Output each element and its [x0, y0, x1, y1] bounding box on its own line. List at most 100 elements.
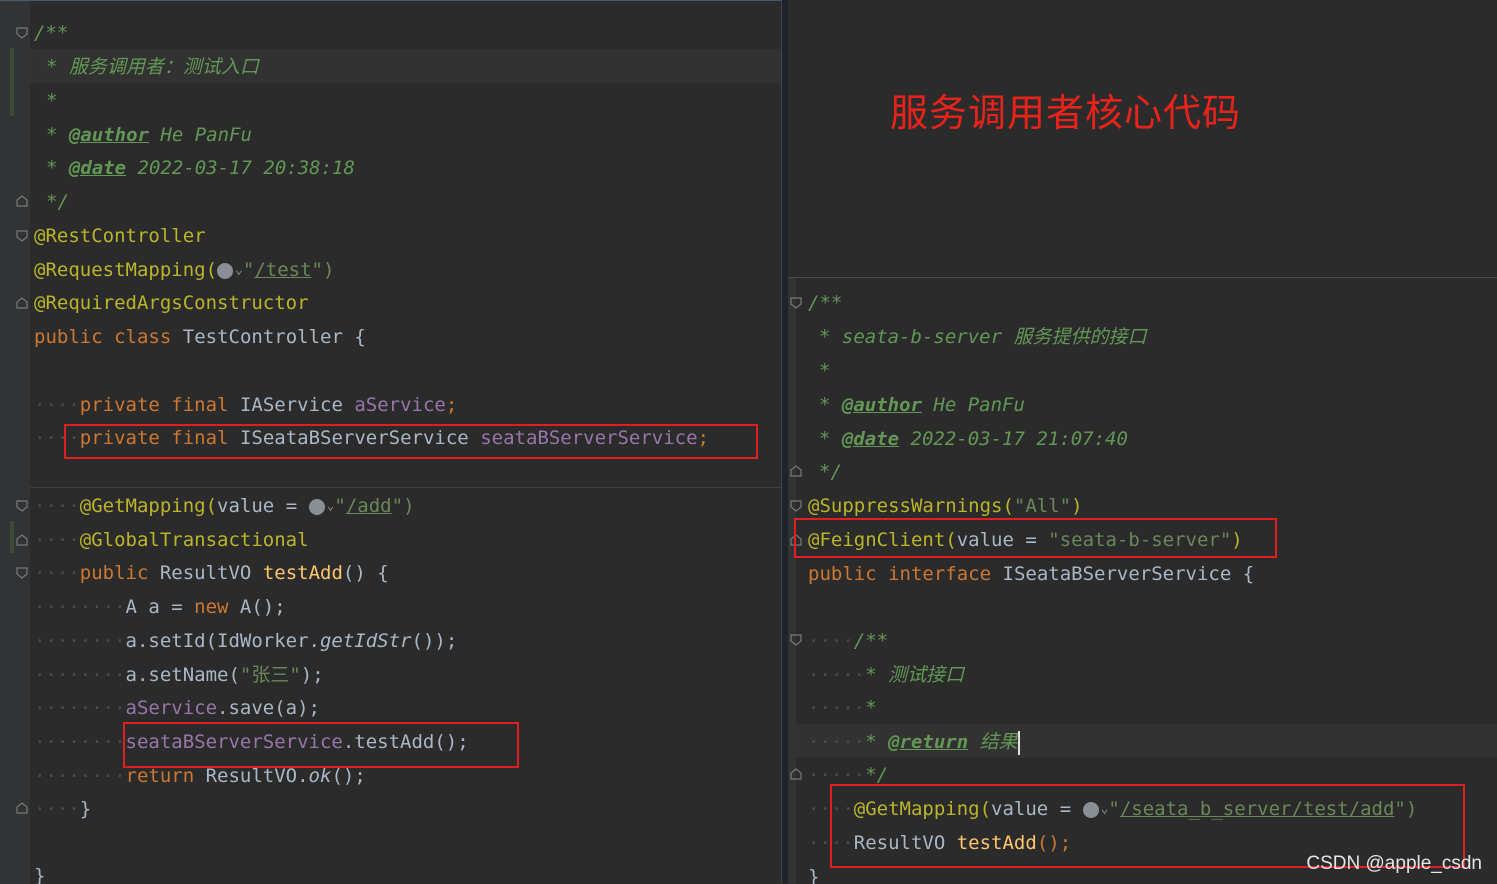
- fold-close-icon[interactable]: [16, 534, 28, 546]
- code-line[interactable]: @RequestMapping(⌄"/test"): [34, 253, 334, 287]
- doc-comment-star: *: [46, 90, 58, 112]
- fold-close-icon[interactable]: [16, 297, 28, 309]
- static-method-call: getIdStr: [319, 630, 412, 652]
- right-editor-pane[interactable]: /** * seata-b-server 服务提供的接口 * * @author…: [788, 277, 1497, 884]
- fold-open-icon[interactable]: [16, 567, 28, 579]
- field-aservice: aService: [354, 394, 446, 416]
- code-line[interactable]: * @author He PanFu: [819, 388, 1025, 422]
- author-tag: @author: [841, 394, 922, 416]
- code-line[interactable]: *: [46, 84, 57, 118]
- code-line[interactable]: ····private final IAService aService;: [34, 388, 457, 422]
- doc-comment-text: * seata-b-server 服务提供的接口: [819, 326, 1147, 348]
- brace-open: {: [354, 326, 366, 348]
- brace-close: }: [34, 865, 46, 884]
- request-mapping-url[interactable]: /test: [254, 259, 311, 281]
- globe-icon[interactable]: [308, 498, 325, 515]
- code-line[interactable]: * seata-b-server 服务提供的接口: [819, 320, 1146, 354]
- fold-close-icon[interactable]: [790, 768, 802, 780]
- code-line[interactable]: ·····* 测试接口: [808, 658, 964, 692]
- fold-close-icon[interactable]: [16, 802, 28, 814]
- string-close: "): [391, 495, 415, 517]
- fold-open-icon[interactable]: [16, 27, 28, 39]
- change-marker: [10, 48, 14, 116]
- code-line[interactable]: /**: [808, 286, 842, 320]
- doc-comment-close: */: [46, 191, 69, 213]
- param-value: value: [217, 495, 275, 517]
- code-line[interactable]: * @date 2022-03-17 20:38:18: [46, 151, 355, 185]
- code-line[interactable]: public interface ISeataBServerService {: [808, 557, 1254, 591]
- code-line[interactable]: ····/**: [808, 624, 888, 658]
- keyword-interface: interface: [888, 563, 992, 585]
- code-line[interactable]: ····}: [34, 792, 91, 826]
- fold-open-icon[interactable]: [16, 500, 28, 512]
- doc-comment-close: */: [865, 764, 889, 786]
- method-separator: [30, 487, 781, 488]
- code-line[interactable]: ····@GetMapping(value = ⌄"/add"): [34, 489, 415, 523]
- string-quote: ": [242, 259, 255, 281]
- keyword-public: public: [34, 326, 103, 348]
- keyword-private: private: [79, 394, 160, 416]
- get-mapping-url[interactable]: /add: [346, 495, 392, 517]
- fold-close-icon[interactable]: [790, 465, 802, 477]
- code-line[interactable]: * @date 2022-03-17 21:07:40: [819, 422, 1128, 456]
- chevron-down-icon[interactable]: ⌄: [235, 263, 243, 278]
- statement-part: ());: [411, 630, 458, 652]
- statement-part: A a =: [125, 596, 195, 618]
- keyword-public: public: [79, 562, 149, 584]
- text-caret: [1017, 730, 1020, 755]
- right-gutter: [788, 278, 796, 884]
- date-value: 2022-03-17 20:38:18: [126, 157, 355, 179]
- code-line[interactable]: * @author He PanFu: [46, 118, 252, 152]
- doc-comment-text: * 测试接口: [865, 664, 965, 686]
- code-line[interactable]: @RequiredArgsConstructor: [34, 286, 309, 320]
- string-close: "): [311, 259, 335, 281]
- fold-open-icon[interactable]: [790, 500, 802, 512]
- code-line[interactable]: ····public ResultVO testAdd() {: [34, 556, 389, 590]
- code-line[interactable]: @RestController: [34, 219, 206, 253]
- code-line[interactable]: }: [808, 860, 819, 884]
- annotation-global-transactional: @GlobalTransactional: [79, 529, 309, 551]
- fold-close-icon[interactable]: [16, 195, 28, 207]
- highlight-box-feign: [794, 518, 1277, 558]
- code-line[interactable]: *: [819, 354, 830, 388]
- semicolon: ;: [445, 394, 458, 416]
- fold-open-icon[interactable]: [16, 230, 28, 242]
- keyword-class: class: [114, 326, 172, 348]
- annotation-rest-controller: @RestController: [34, 225, 206, 247]
- code-line[interactable]: ········a.setName("张三");: [34, 658, 324, 692]
- annotation-suppress-warnings: @SuppressWarnings(: [808, 495, 1014, 517]
- doc-comment-star: *: [865, 697, 877, 719]
- change-marker: [10, 521, 14, 553]
- doc-comment-star: *: [819, 428, 831, 450]
- code-line[interactable]: * 服务调用者：测试入口: [46, 50, 259, 84]
- code-line[interactable]: ·····*: [808, 691, 877, 725]
- doc-comment-open: /**: [808, 292, 843, 314]
- equals-sign: =: [274, 495, 309, 517]
- return-type: ResultVO: [159, 562, 252, 584]
- code-line[interactable]: ········aService.save(a);: [34, 691, 320, 725]
- code-line[interactable]: public class TestController {: [34, 320, 366, 354]
- doc-comment-star: *: [865, 731, 877, 753]
- author-tag: @author: [68, 124, 149, 146]
- code-line[interactable]: */: [819, 455, 842, 489]
- date-value: 2022-03-17 21:07:40: [899, 428, 1128, 450]
- fold-open-icon[interactable]: [790, 297, 802, 309]
- code-line[interactable]: */: [46, 185, 69, 219]
- code-line[interactable]: }: [34, 859, 45, 884]
- fold-open-icon[interactable]: [790, 634, 802, 646]
- keyword-final: final: [171, 394, 229, 416]
- class-name: TestController: [182, 326, 343, 348]
- statement-part: ();: [331, 765, 366, 787]
- globe-icon[interactable]: [217, 262, 234, 279]
- left-editor-pane[interactable]: /** * 服务调用者：测试入口 * * @author He PanFu * …: [0, 0, 781, 884]
- statement-part: ResultVO.: [194, 765, 309, 787]
- annotation-required-args: @RequiredArgsConstructor: [34, 292, 309, 314]
- author-value: He PanFu: [148, 124, 252, 146]
- code-line[interactable]: ········a.setId(IdWorker.getIdStr());: [34, 624, 457, 658]
- code-line[interactable]: ·····* @return 结果: [808, 725, 1020, 759]
- code-line[interactable]: /**: [34, 16, 68, 50]
- code-line[interactable]: ····@GlobalTransactional: [34, 523, 309, 557]
- brace-close: }: [808, 866, 820, 884]
- code-line[interactable]: ········A a = new A();: [34, 590, 286, 624]
- keyword-return: return: [125, 765, 195, 787]
